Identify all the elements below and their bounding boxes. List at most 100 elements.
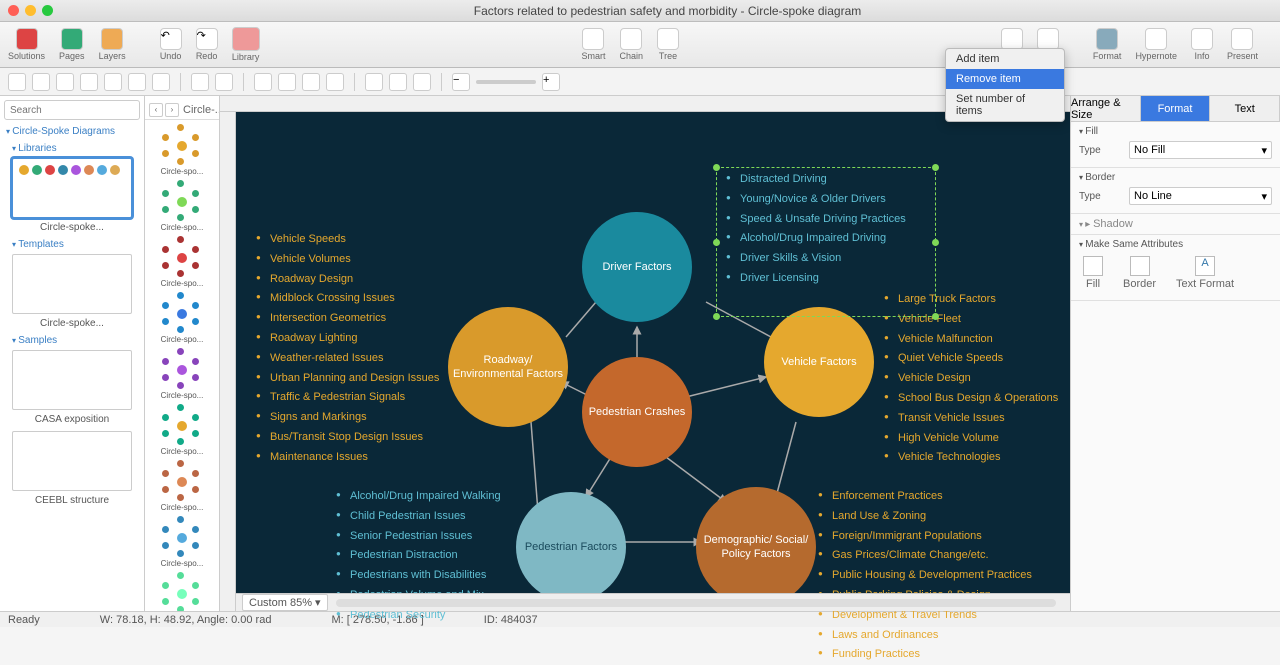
list-item[interactable]: Quiet Vehicle Speeds bbox=[884, 349, 1058, 369]
list-item[interactable]: Vehicle Design bbox=[884, 369, 1058, 389]
zoom-in-icon[interactable]: + bbox=[542, 73, 560, 91]
demographic-node[interactable]: Demographic/ Social/ Policy Factors bbox=[696, 487, 816, 607]
border-type-select[interactable]: No Line▾ bbox=[1129, 187, 1272, 205]
list-item[interactable]: Traffic & Pedestrian Signals bbox=[256, 388, 439, 408]
redo-button[interactable]: ↷Redo bbox=[196, 28, 218, 61]
format-button[interactable]: Format bbox=[1093, 28, 1122, 61]
list-item[interactable]: Pedestrian Distraction bbox=[336, 546, 501, 566]
list-item[interactable]: Signs and Markings bbox=[256, 408, 439, 428]
make-same-section[interactable]: Make Same Attributes bbox=[1079, 239, 1272, 250]
minimize-icon[interactable] bbox=[25, 5, 36, 16]
close-icon[interactable] bbox=[8, 5, 19, 16]
line-tool[interactable] bbox=[32, 73, 50, 91]
attr-border-button[interactable]: Border bbox=[1123, 256, 1156, 290]
list-item[interactable]: Bus/Transit Stop Design Issues bbox=[256, 428, 439, 448]
eyedropper-tool[interactable] bbox=[413, 73, 431, 91]
shape-item[interactable]: Circle-spo... bbox=[145, 518, 219, 568]
tree-button[interactable]: Tree bbox=[657, 28, 679, 61]
list-item[interactable]: Laws and Ordinances bbox=[818, 626, 1032, 646]
border-section[interactable]: Border bbox=[1079, 172, 1272, 183]
vehicle-node[interactable]: Vehicle Factors bbox=[764, 307, 874, 417]
selection-handle[interactable] bbox=[713, 239, 720, 246]
driver-node[interactable]: Driver Factors bbox=[582, 212, 692, 322]
search-input[interactable] bbox=[4, 100, 140, 120]
info-button[interactable]: Info bbox=[1191, 28, 1213, 61]
shape-item[interactable]: Circle-spo... bbox=[145, 238, 219, 288]
menu-add-item[interactable]: Add item bbox=[946, 49, 1064, 69]
connector-tool[interactable] bbox=[152, 73, 170, 91]
demographic-bullets[interactable]: Enforcement PracticesLand Use & ZoningFo… bbox=[818, 487, 1032, 665]
nav-back-icon[interactable]: ‹ bbox=[149, 103, 163, 117]
list-item[interactable]: Vehicle Speeds bbox=[256, 230, 439, 250]
pages-button[interactable]: Pages bbox=[59, 28, 85, 61]
attr-fill-button[interactable]: Fill bbox=[1083, 256, 1103, 290]
canvas-area[interactable]: Pedestrian Crashes Driver Factors Roadwa… bbox=[220, 96, 1070, 611]
libraries-section[interactable]: Libraries bbox=[12, 143, 140, 154]
zoom-icon[interactable] bbox=[42, 5, 53, 16]
window-controls[interactable] bbox=[8, 5, 53, 16]
pedestrian-node[interactable]: Pedestrian Factors bbox=[516, 492, 626, 602]
layers-button[interactable]: Layers bbox=[99, 28, 126, 61]
list-item[interactable]: Vehicle Technologies bbox=[884, 448, 1058, 468]
fill-section[interactable]: Fill bbox=[1079, 126, 1272, 137]
tab-arrange[interactable]: Arrange & Size bbox=[1071, 96, 1141, 121]
library-thumb-1[interactable] bbox=[12, 158, 132, 218]
zoom-select[interactable]: Custom 85% ▾ bbox=[242, 594, 328, 611]
pointer-tool[interactable] bbox=[8, 73, 26, 91]
align-tool[interactable] bbox=[302, 73, 320, 91]
shape-item[interactable]: Circle-spo... bbox=[145, 294, 219, 344]
shape-item[interactable]: Circle-spo... bbox=[145, 574, 219, 611]
list-item[interactable]: Transit Vehicle Issues bbox=[884, 409, 1058, 429]
shadow-section[interactable]: ▸ Shadow bbox=[1079, 218, 1272, 230]
list-item[interactable]: Gas Prices/Climate Change/etc. bbox=[818, 546, 1032, 566]
rect-tool[interactable] bbox=[56, 73, 74, 91]
library-button[interactable]: Library bbox=[232, 27, 260, 62]
zoom-slider[interactable] bbox=[476, 80, 536, 84]
samples-section[interactable]: Samples bbox=[12, 335, 140, 346]
selection-handle[interactable] bbox=[713, 164, 720, 171]
list-item[interactable]: Midblock Crossing Issues bbox=[256, 289, 439, 309]
sample-thumb-1[interactable] bbox=[12, 350, 132, 410]
template-thumb-1[interactable] bbox=[12, 254, 132, 314]
chain-button[interactable]: Chain bbox=[620, 28, 644, 61]
roadway-bullets[interactable]: Vehicle SpeedsVehicle VolumesRoadway Des… bbox=[256, 230, 439, 468]
templates-section[interactable]: Templates bbox=[12, 239, 140, 250]
tab-format[interactable]: Format bbox=[1141, 96, 1211, 121]
list-item[interactable]: Senior Pedestrian Issues bbox=[336, 527, 501, 547]
attr-text-button[interactable]: AText Format bbox=[1176, 256, 1234, 290]
list-item[interactable]: Enforcement Practices bbox=[818, 487, 1032, 507]
center-node[interactable]: Pedestrian Crashes bbox=[582, 357, 692, 467]
list-item[interactable]: Vehicle Volumes bbox=[256, 250, 439, 270]
list-item[interactable]: High Vehicle Volume bbox=[884, 429, 1058, 449]
list-item[interactable]: Maintenance Issues bbox=[256, 448, 439, 468]
sample-thumb-2[interactable] bbox=[12, 431, 132, 491]
ellipse-tool[interactable] bbox=[80, 73, 98, 91]
list-item[interactable]: Weather-related Issues bbox=[256, 349, 439, 369]
context-menu[interactable]: Add item Remove item Set number of items bbox=[945, 48, 1065, 122]
list-item[interactable]: Intersection Geometrics bbox=[256, 309, 439, 329]
hypernote-button[interactable]: Hypernote bbox=[1135, 28, 1177, 61]
shape-item[interactable]: Circle-spo... bbox=[145, 126, 219, 176]
brush-tool[interactable] bbox=[191, 73, 209, 91]
list-item[interactable]: Urban Planning and Design Issues bbox=[256, 369, 439, 389]
present-button[interactable]: Present bbox=[1227, 28, 1258, 61]
fill-tool[interactable] bbox=[215, 73, 233, 91]
nav-fwd-icon[interactable]: › bbox=[165, 103, 179, 117]
selection-handle[interactable] bbox=[932, 239, 939, 246]
selection-handle[interactable] bbox=[932, 313, 939, 320]
roadway-node[interactable]: Roadway/ Environmental Factors bbox=[448, 307, 568, 427]
list-item[interactable]: Land Use & Zoning bbox=[818, 507, 1032, 527]
zoom-out-icon[interactable]: − bbox=[452, 73, 470, 91]
list-item[interactable]: Roadway Design bbox=[256, 270, 439, 290]
menu-set-number[interactable]: Set number of items bbox=[946, 89, 1064, 121]
list-item[interactable]: School Bus Design & Operations bbox=[884, 389, 1058, 409]
distribute-tool[interactable] bbox=[326, 73, 344, 91]
canvas[interactable]: Pedestrian Crashes Driver Factors Roadwa… bbox=[236, 112, 1070, 611]
menu-remove-item[interactable]: Remove item bbox=[946, 69, 1064, 89]
list-item[interactable]: Pedestrians with Disabilities bbox=[336, 566, 501, 586]
selection-handle[interactable] bbox=[932, 164, 939, 171]
shape-item[interactable]: Circle-spo... bbox=[145, 182, 219, 232]
hand-tool[interactable] bbox=[365, 73, 383, 91]
ungroup-tool[interactable] bbox=[278, 73, 296, 91]
solutions-button[interactable]: Solutions bbox=[8, 28, 45, 61]
